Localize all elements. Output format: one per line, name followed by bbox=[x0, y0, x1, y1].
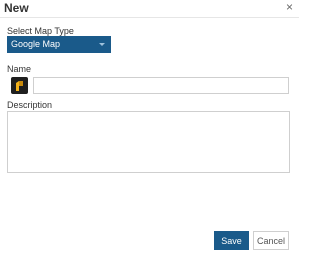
map-marker-icon bbox=[16, 81, 23, 91]
header-divider bbox=[0, 17, 299, 18]
description-textarea[interactable] bbox=[7, 111, 290, 173]
close-icon[interactable]: × bbox=[286, 0, 293, 14]
map-type-label: Select Map Type bbox=[7, 26, 74, 36]
name-label: Name bbox=[7, 64, 32, 74]
name-input[interactable] bbox=[33, 77, 289, 94]
caret-down-icon bbox=[99, 43, 105, 46]
marker-icon-button[interactable] bbox=[11, 77, 28, 94]
cancel-button[interactable]: Cancel bbox=[253, 231, 289, 250]
map-type-select[interactable]: Google Map bbox=[7, 36, 111, 53]
save-button[interactable]: Save bbox=[214, 231, 249, 250]
description-label: Description bbox=[7, 100, 53, 110]
dialog-header: New × bbox=[0, 0, 299, 17]
map-type-selected-value: Google Map bbox=[11, 39, 61, 49]
dialog-title: New bbox=[4, 1, 29, 15]
new-item-dialog: New × Select Map Type Google Map Name De… bbox=[0, 0, 299, 258]
